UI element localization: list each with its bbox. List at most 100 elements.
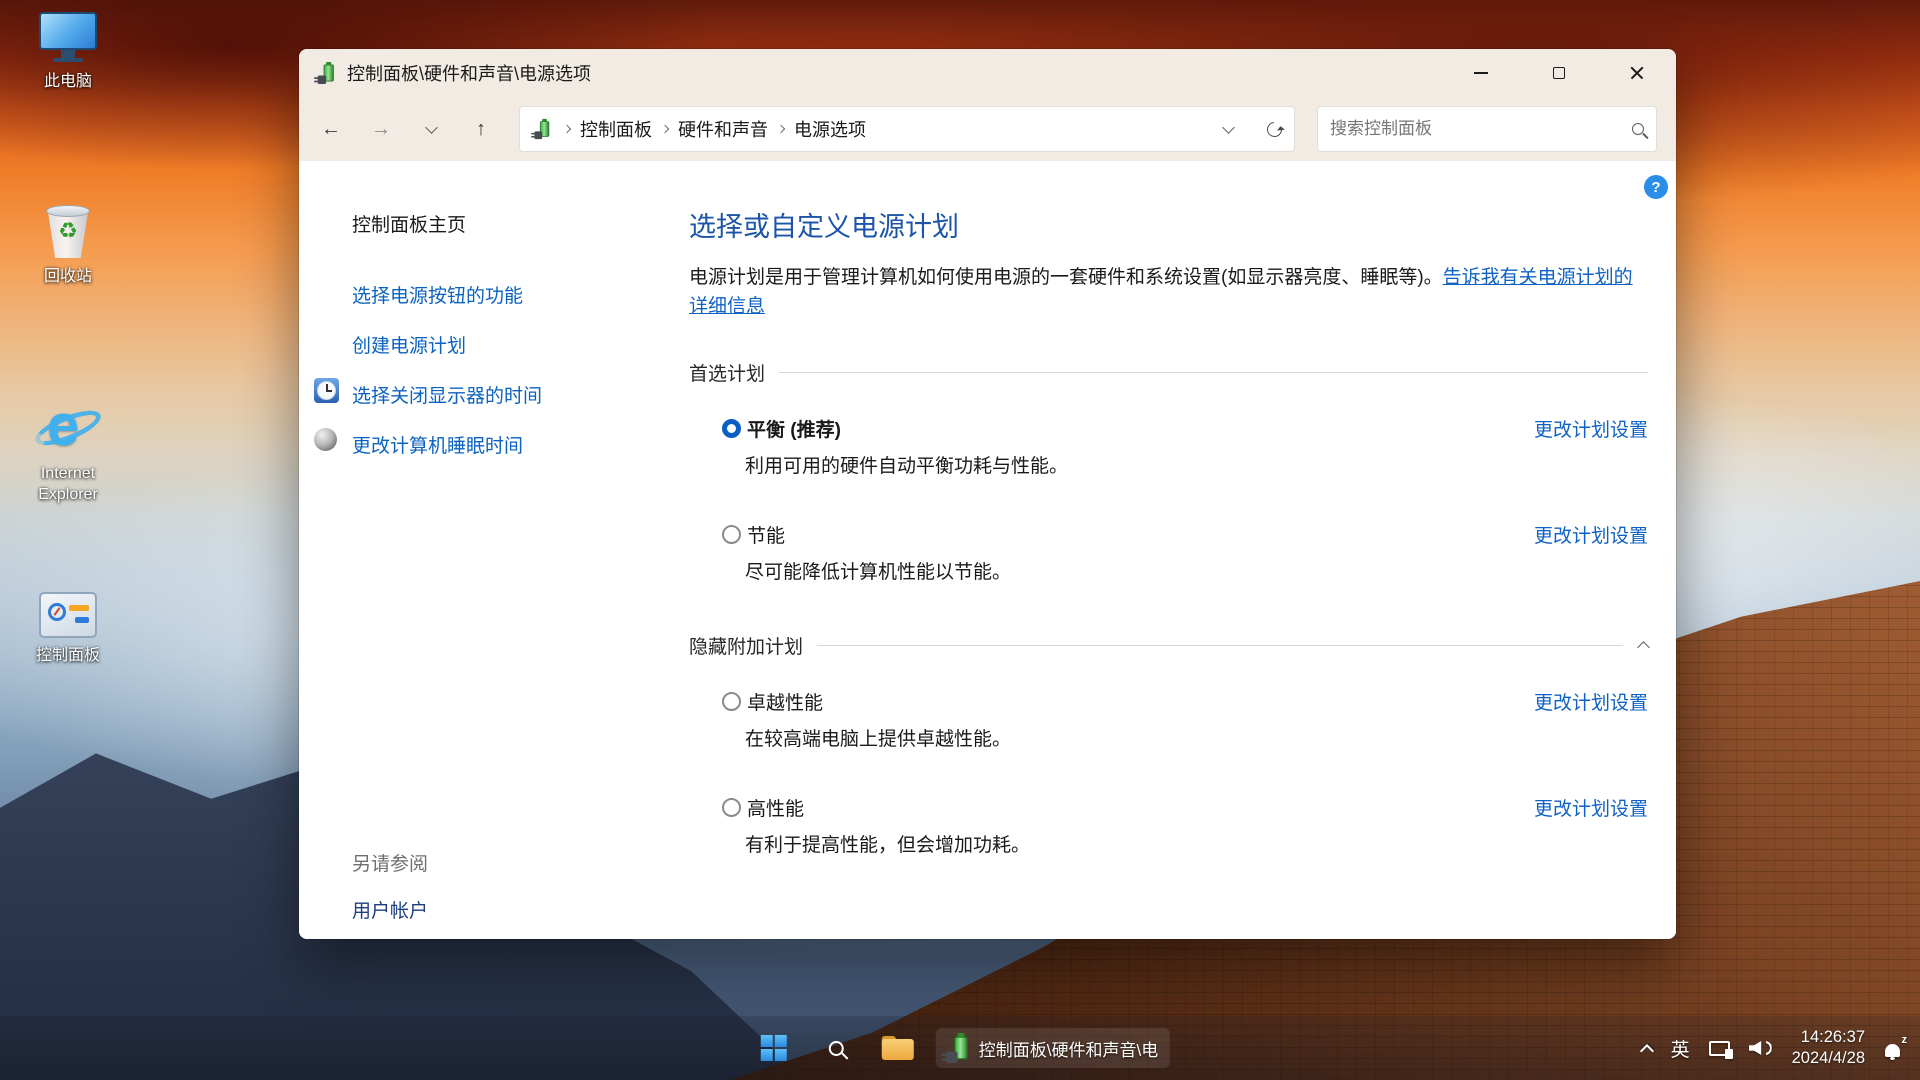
change-plan-settings-link[interactable]: 更改计划设置 (1534, 688, 1648, 715)
page-title: 选择或自定义电源计划 (689, 205, 1648, 244)
radio-high-performance[interactable] (722, 798, 741, 817)
windows-logo-icon (761, 1035, 787, 1061)
desktop-icon-recycle-bin[interactable]: ♻ 回收站 (18, 205, 118, 288)
section-title: 隐藏附加计划 (689, 632, 803, 659)
help-button[interactable]: ? (1644, 175, 1668, 199)
chevron-right-icon (563, 125, 571, 133)
search-box[interactable] (1317, 106, 1657, 152)
sidebar-item-label: 更改计算机睡眠时间 (352, 436, 523, 457)
internet-explorer-icon: e (37, 398, 99, 456)
plan-row-high-performance: 高性能 更改计划设置 (689, 794, 1648, 821)
this-pc-icon (37, 12, 99, 64)
up-button[interactable]: ↑ (459, 109, 503, 149)
control-panel-icon (39, 592, 97, 638)
forward-button[interactable]: → (359, 109, 403, 149)
recent-pages-button[interactable] (409, 109, 453, 149)
plan-description: 尽可能降低计算机性能以节能。 (689, 557, 1648, 584)
sidebar-item-display-off-time[interactable]: 选择关闭显示器的时间 (299, 381, 689, 408)
collapse-section-button[interactable] (1639, 639, 1648, 652)
search-icon[interactable] (1632, 123, 1644, 135)
sidebar-item-label: 选择关闭显示器的时间 (352, 386, 542, 407)
divider (817, 645, 1623, 647)
plan-name[interactable]: 节能 (747, 521, 785, 548)
main-content: 选择或自定义电源计划 电源计划是用于管理计算机如何使用电源的一套硬件和系统设置(… (689, 161, 1676, 939)
sidebar-item-power-buttons[interactable]: 选择电源按钮的功能 (299, 281, 689, 308)
section-header-preferred-plans: 首选计划 (689, 359, 1648, 386)
sidebar-item-sleep-time[interactable]: 更改计算机睡眠时间 (299, 431, 689, 458)
chevron-down-icon (425, 121, 438, 134)
intro-text: 电源计划是用于管理计算机如何使用电源的一套硬件和系统设置(如显示器亮度、睡眠等)… (689, 267, 1443, 288)
bell-icon (1885, 1044, 1900, 1057)
sidebar-item-home[interactable]: 控制面板主页 (299, 210, 689, 237)
desktop-icon-label: 控制面板 (36, 646, 100, 667)
maximize-button[interactable] (1520, 49, 1598, 97)
desktop-wallpaper: 此电脑 ♻ 回收站 e Internet Explorer 控制面板 控制面板\… (0, 0, 1920, 1080)
back-button[interactable]: ← (309, 109, 353, 149)
recycle-bin-icon: ♻ (44, 205, 92, 259)
see-also-header: 另请参阅 (299, 849, 689, 876)
change-plan-settings-link[interactable]: 更改计划设置 (1534, 521, 1648, 548)
network-icon[interactable] (1709, 1041, 1730, 1056)
taskbar-center-icons: 控制面板\硬件和声音\电 (750, 1024, 1170, 1072)
chevron-up-icon (1637, 641, 1650, 654)
plan-description: 有利于提高性能，但会增加功耗。 (689, 830, 1648, 857)
chevron-right-icon (661, 125, 669, 133)
taskbar-control-panel-button[interactable]: 控制面板\硬件和声音\电 (936, 1028, 1170, 1068)
desktop-icon-control-panel[interactable]: 控制面板 (18, 592, 118, 667)
start-button[interactable] (750, 1024, 798, 1072)
desktop-icon-this-pc[interactable]: 此电脑 (18, 12, 118, 93)
notification-bell-button[interactable]: z (1884, 1037, 1906, 1059)
clock[interactable]: 14:26:37 2024/4/28 (1792, 1027, 1865, 1070)
volume-icon[interactable] (1749, 1039, 1773, 1057)
section-header-hidden-plans: 隐藏附加计划 (689, 632, 1648, 659)
intro-paragraph: 电源计划是用于管理计算机如何使用电源的一套硬件和系统设置(如显示器亮度、睡眠等)… (689, 263, 1648, 322)
taskbar-search-button[interactable] (812, 1024, 860, 1072)
minimize-button[interactable] (1442, 49, 1520, 97)
minimize-icon (1474, 72, 1488, 74)
folder-icon (882, 1036, 914, 1060)
taskbar: 控制面板\硬件和声音\电 英 14:26:37 2024/4/28 z (0, 1016, 1920, 1080)
breadcrumb[interactable]: 控制面板 硬件和声音 电源选项 (519, 106, 1295, 152)
radio-ultimate-performance[interactable] (722, 692, 741, 711)
plan-name[interactable]: 高性能 (747, 794, 804, 821)
plan-description: 利用可用的硬件自动平衡功耗与性能。 (689, 451, 1648, 478)
file-explorer-button[interactable] (874, 1024, 922, 1072)
plan-name[interactable]: 卓越性能 (747, 688, 823, 715)
plan-name[interactable]: 平衡 (推荐) (747, 415, 841, 442)
moon-icon (314, 428, 337, 451)
refresh-icon[interactable] (1264, 118, 1285, 139)
language-indicator[interactable]: 英 (1671, 1035, 1690, 1062)
plan-row-ultimate-performance: 卓越性能 更改计划设置 (689, 688, 1648, 715)
sidebar-item-create-plan[interactable]: 创建电源计划 (299, 331, 689, 358)
window-body: ? 控制面板主页 选择电源按钮的功能 创建电源计划 选择关闭显示器的时间 更改计… (299, 161, 1676, 939)
tray-overflow-chevron-icon[interactable] (1640, 1043, 1654, 1057)
clock-icon (314, 378, 339, 403)
close-button[interactable] (1598, 49, 1676, 97)
desktop-icon-internet-explorer[interactable]: e Internet Explorer (18, 398, 118, 506)
power-options-icon (318, 62, 337, 84)
change-plan-settings-link[interactable]: 更改计划设置 (1534, 415, 1648, 442)
search-input[interactable] (1330, 119, 1632, 139)
desktop-icon-label: 此电脑 (44, 72, 92, 93)
plan-description: 在较高端电脑上提供卓越性能。 (689, 724, 1648, 751)
breadcrumb-item-control-panel[interactable]: 控制面板 (580, 116, 652, 142)
breadcrumb-item-power-options[interactable]: 电源选项 (794, 116, 866, 142)
see-also-section: 另请参阅 用户帐户 (299, 849, 689, 923)
change-plan-settings-link[interactable]: 更改计划设置 (1534, 794, 1648, 821)
breadcrumb-item-hardware-sound[interactable]: 硬件和声音 (678, 116, 768, 142)
radio-power-saver[interactable] (722, 525, 741, 544)
close-icon (1630, 66, 1644, 80)
power-options-icon (534, 119, 551, 139)
address-dropdown-icon[interactable] (1222, 121, 1235, 134)
plan-row-balanced: 平衡 (推荐) 更改计划设置 (689, 415, 1648, 442)
sidebar-item-user-accounts[interactable]: 用户帐户 (299, 896, 689, 923)
search-icon (828, 1041, 843, 1056)
navigation-bar: ← → ↑ 控制面板 硬件和声音 电源选项 (299, 97, 1676, 161)
window-titlebar[interactable]: 控制面板\硬件和声音\电源选项 (299, 49, 1676, 97)
control-panel-window: 控制面板\硬件和声音\电源选项 ← → ↑ 控制面板 硬件和声音 电源选项 (299, 49, 1676, 939)
taskbar-app-label: 控制面板\硬件和声音\电 (979, 1036, 1158, 1061)
plan-row-power-saver: 节能 更改计划设置 (689, 521, 1648, 548)
radio-balanced[interactable] (722, 419, 741, 438)
divider (779, 372, 1648, 374)
tray-time: 14:26:37 (1792, 1027, 1865, 1048)
